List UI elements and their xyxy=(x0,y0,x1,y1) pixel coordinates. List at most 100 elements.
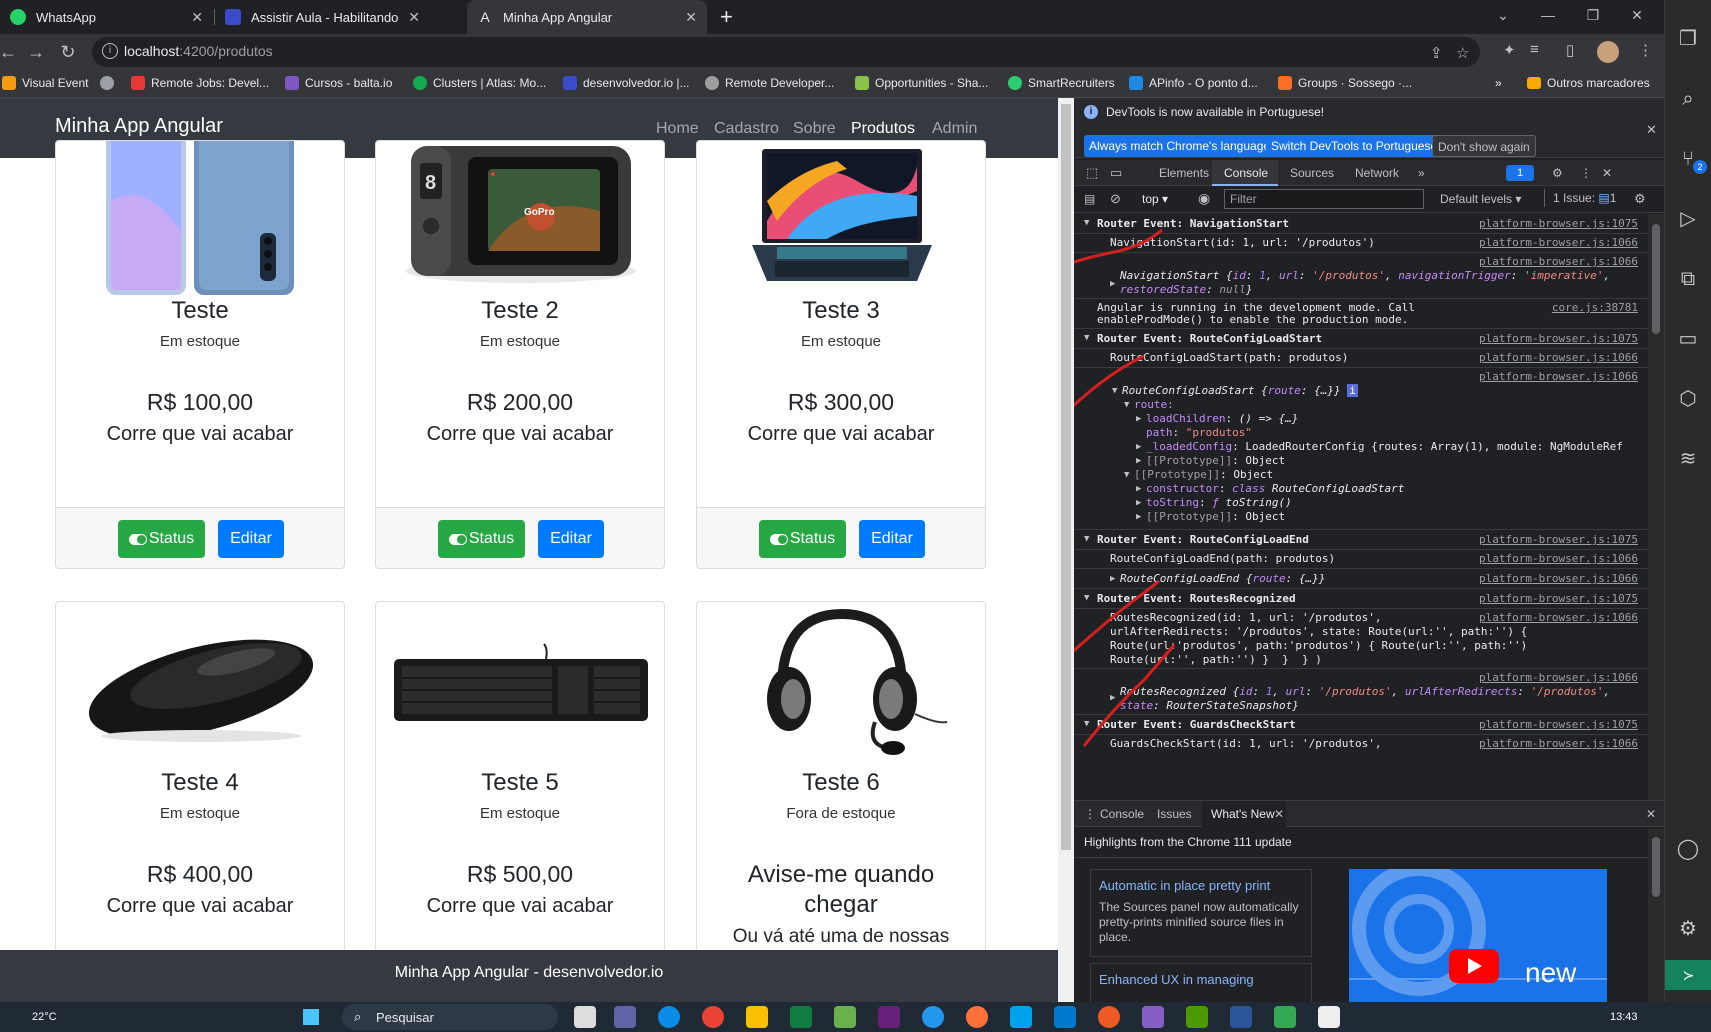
source-link[interactable]: platform-browser.js:1075 xyxy=(1479,718,1638,732)
tab-network[interactable]: Network xyxy=(1355,166,1399,180)
console-group-header[interactable]: ▼ Router Event: RouteConfigLoadEnd platf… xyxy=(1074,530,1648,550)
share-icon[interactable]: ⇪ xyxy=(1430,44,1443,62)
whats-new-card[interactable]: Automatic in place pretty print The Sour… xyxy=(1090,869,1312,957)
weather-widget[interactable]: 22°C xyxy=(32,1011,57,1023)
start-icon[interactable] xyxy=(303,1009,319,1025)
scrollbar-thumb[interactable] xyxy=(1061,104,1071,850)
status-button[interactable]: Status xyxy=(118,520,205,558)
source-link[interactable]: platform-browser.js:1066 xyxy=(1479,236,1638,250)
bookmark-item[interactable]: Groups · Sossego ·... xyxy=(1278,76,1412,90)
chrome-icon[interactable] xyxy=(702,1006,724,1028)
whats-new-video-thumbnail[interactable]: new xyxy=(1349,869,1607,1002)
file-explorer-icon[interactable] xyxy=(746,1006,768,1028)
teams-icon[interactable] xyxy=(614,1006,636,1028)
source-link[interactable]: platform-browser.js:1066 xyxy=(1479,572,1638,586)
card-title[interactable]: Automatic in place pretty print xyxy=(1099,878,1270,893)
other-bookmarks-folder[interactable]: Outros marcadores xyxy=(1527,76,1650,90)
snipping-tool-icon[interactable] xyxy=(1318,1006,1340,1028)
console-settings-icon[interactable]: ⚙ xyxy=(1634,191,1646,207)
reload-icon[interactable]: ↻ xyxy=(56,40,80,64)
bookmark-item[interactable]: APinfo - O ponto d... xyxy=(1129,76,1258,90)
vscode-icon[interactable] xyxy=(1054,1006,1076,1028)
extensions-icon[interactable]: ✦ xyxy=(1503,41,1516,59)
account-icon[interactable]: ◯ xyxy=(1675,836,1701,862)
settings-gear-icon[interactable]: ⚙ xyxy=(1675,916,1701,942)
console-filter-input[interactable]: Filter xyxy=(1224,189,1424,209)
media-control-icon[interactable]: ≡ xyxy=(1530,41,1539,58)
close-drawer-icon[interactable]: ✕ xyxy=(1646,807,1656,821)
site-info-icon[interactable]: i xyxy=(102,43,118,59)
bookmark-star-icon[interactable]: ☆ xyxy=(1456,44,1469,62)
issues-counter[interactable]: 1 Issue: ▤1 xyxy=(1544,189,1624,207)
close-icon[interactable]: ✕ xyxy=(191,9,203,26)
back-icon[interactable]: ← xyxy=(0,40,20,64)
url-text[interactable]: localhost:4200/produtos xyxy=(124,43,273,59)
tab-console[interactable]: Console xyxy=(1224,166,1268,180)
source-link[interactable]: platform-browser.js:1075 xyxy=(1479,533,1638,547)
source-link[interactable]: platform-browser.js:1066 xyxy=(1479,671,1638,685)
visual-studio-icon[interactable] xyxy=(878,1006,900,1028)
more-tabs-icon[interactable]: » xyxy=(1418,166,1425,180)
bookmark-item[interactable]: Cursos - balta.io xyxy=(285,76,392,90)
excel-icon[interactable] xyxy=(790,1006,812,1028)
console-object[interactable]: ▶ RouteConfigLoadEnd {route: {…}} platfo… xyxy=(1074,569,1648,589)
git-icon[interactable] xyxy=(1010,1006,1032,1028)
run-debug-icon[interactable]: ▷ xyxy=(1675,206,1701,232)
bookmark-item[interactable] xyxy=(100,76,120,90)
source-link[interactable]: core.js:38781 xyxy=(1552,301,1638,315)
close-icon[interactable]: ✕ xyxy=(1646,122,1657,138)
eye-icon[interactable]: ◉ xyxy=(1198,190,1210,207)
side-panel-icon[interactable]: ▯ xyxy=(1566,41,1574,59)
menu-icon[interactable]: ⋮ xyxy=(1638,41,1653,59)
clear-console-icon[interactable]: ⊘ xyxy=(1110,191,1121,207)
edit-button[interactable]: Editar xyxy=(218,520,284,558)
inspect-element-icon[interactable]: ⬚ xyxy=(1086,165,1098,181)
scrollbar-thumb[interactable] xyxy=(1652,224,1660,334)
issues-badge[interactable]: 1 xyxy=(1506,165,1534,181)
nav-cadastro[interactable]: Cadastro xyxy=(714,120,779,138)
docker-icon[interactable]: ≋ xyxy=(1675,446,1701,472)
nav-sobre[interactable]: Sobre xyxy=(793,120,836,138)
more-options-icon[interactable]: ⋮ xyxy=(1580,166,1592,180)
tab-assistir-aula[interactable]: Assistir Aula - Habilitando o Rou ✕ xyxy=(215,0,430,34)
close-devtools-icon[interactable]: ✕ xyxy=(1602,166,1612,180)
source-link[interactable]: platform-browser.js:1075 xyxy=(1479,592,1638,606)
device-toolbar-icon[interactable]: ▭ xyxy=(1110,165,1122,181)
search-icon[interactable]: ⌕ xyxy=(1675,86,1701,112)
source-link[interactable]: platform-browser.js:1066 xyxy=(1479,552,1638,566)
app-brand[interactable]: Minha App Angular xyxy=(55,115,223,138)
firefox-icon[interactable] xyxy=(966,1006,988,1028)
source-link[interactable]: platform-browser.js:1075 xyxy=(1479,332,1638,346)
whats-new-card[interactable]: Enhanced UX in managing xyxy=(1090,963,1312,1002)
source-link[interactable]: platform-browser.js:1066 xyxy=(1479,737,1638,751)
source-link[interactable]: platform-browser.js:1066 xyxy=(1479,370,1638,384)
tab-minha-app-angular[interactable]: A Minha App Angular ✕ xyxy=(467,0,707,34)
drawer-tab-issues[interactable]: Issues xyxy=(1157,807,1192,821)
extensions-icon[interactable]: ⧉ xyxy=(1675,266,1701,292)
tab-search-icon[interactable]: ⌄ xyxy=(1480,0,1526,30)
network-tool-icon[interactable] xyxy=(1230,1006,1252,1028)
close-window-icon[interactable]: ✕ xyxy=(1614,0,1660,30)
source-link[interactable]: platform-browser.js:1066 xyxy=(1479,255,1638,269)
bookmark-item[interactable]: desenvolvedor.io |... xyxy=(563,76,690,90)
drawer-menu-icon[interactable]: ⋮ xyxy=(1084,807,1096,821)
log-levels-dropdown[interactable]: Default levels ▾ xyxy=(1440,192,1521,206)
restore-icon[interactable]: ❐ xyxy=(1570,0,1616,30)
docker-desktop-icon[interactable] xyxy=(922,1006,944,1028)
page-scrollbar[interactable] xyxy=(1058,98,1074,1002)
postman-icon[interactable] xyxy=(1098,1006,1120,1028)
bookmark-item[interactable]: Clusters | Atlas: Mo... xyxy=(413,76,546,90)
copy-icon[interactable]: ❐ xyxy=(1675,26,1701,52)
context-selector[interactable]: top ▾ xyxy=(1142,192,1168,206)
new-tab-button[interactable]: + xyxy=(720,4,733,30)
tab-sources[interactable]: Sources xyxy=(1290,166,1334,180)
drawer-tab-console[interactable]: Console xyxy=(1100,807,1144,821)
card-title[interactable]: Enhanced UX in managing xyxy=(1099,972,1254,987)
tab-whatsapp[interactable]: WhatsApp ✕ xyxy=(0,0,213,34)
console-group-header[interactable]: ▼ Router Event: NavigationStart platform… xyxy=(1074,214,1648,234)
console-group-header[interactable]: ▼ Router Event: RouteConfigLoadStart pla… xyxy=(1074,329,1648,349)
console-object-expanded[interactable]: platform-browser.js:1066 ▼ RouteConfigLo… xyxy=(1074,368,1648,530)
bookmark-item[interactable]: Opportunities - Sha... xyxy=(855,76,988,90)
source-link[interactable]: platform-browser.js:1066 xyxy=(1479,611,1638,625)
bookmark-item[interactable]: SmartRecruiters xyxy=(1008,76,1115,90)
